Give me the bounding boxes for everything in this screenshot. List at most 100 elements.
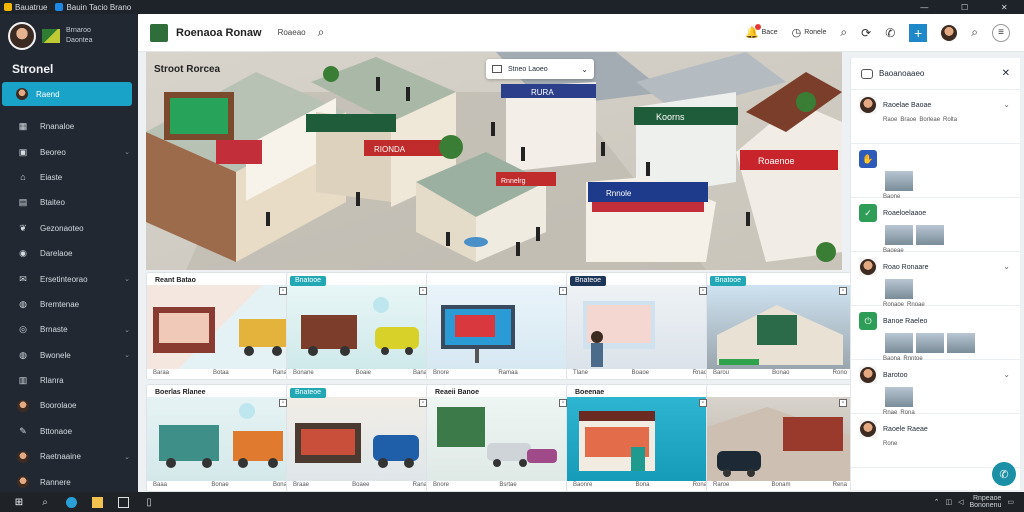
network-icon[interactable]: ◫ [945,498,952,506]
os-tab-0[interactable]: Bauatrue [4,3,47,12]
close-icon[interactable]: ✕ [1002,68,1010,79]
hero-scene[interactable]: Stroot Rorcea Stneo Laoeo ⌄ RIONDA RURA … [146,52,842,270]
chevron-down-icon[interactable]: ⌄ [1003,370,1010,379]
asset-card[interactable]: Reaeii Banoe ▫ Bnore Bsrtae [426,384,572,492]
minimize-icon[interactable]: — [920,3,928,12]
sidebar-item-5[interactable]: ◉ Darelaoe [0,241,138,266]
close-icon[interactable]: ✕ [1001,3,1008,12]
asset-card[interactable]: Bnateoe ▫ Tlane Boaoe Rnao [566,272,712,380]
expand-icon[interactable]: ▫ [279,287,287,295]
card-illustration [717,305,843,365]
clock-button[interactable]: ◷ Ronele [792,26,827,39]
asset-card[interactable]: ▫ Bnore Ramaa [426,272,572,380]
add-button[interactable]: + [909,23,928,42]
expand-icon[interactable]: ▫ [559,287,567,295]
chevron-down-icon[interactable]: ⌄ [124,275,130,283]
card-footer-right: Rena [832,482,847,488]
sidebar-item-13[interactable]: Raetnaaine ⌄ [0,444,138,469]
maximize-icon[interactable]: ☐ [961,3,968,12]
expand-icon[interactable]: ▫ [419,399,427,407]
search-icon[interactable]: ⌕ [971,25,978,40]
notification-icon[interactable]: ▭ [1007,498,1014,506]
card-illustration [159,403,283,468]
chevron-down-icon[interactable]: ⌄ [1003,262,1010,271]
activity-item[interactable]: Raoele Raeae Rone [851,414,1020,468]
sidebar-item-10[interactable]: ▥ Rlanra [0,368,138,393]
avatar[interactable] [941,24,958,41]
activity-item[interactable]: Roao Ronaare Ronaoe Rnoae ⌄ [851,252,1020,308]
app-header: Roenaoa Ronaw Roaeao ⌕ 🔔 Bace ◷ Ronele ⌕… [138,14,1024,52]
sidebar-item-2[interactable]: ⌂ Eiaste [0,165,138,190]
shop-block: Rnnole [586,177,716,262]
os-tab-1[interactable]: Bauin Tacio Brano [55,3,131,12]
expand-icon[interactable]: ▫ [839,287,847,295]
profile-block[interactable]: Brnaroo Daontea [0,14,138,56]
asset-card[interactable]: Reant Batao ▫ Baraa Botaa Rana [146,272,292,380]
activity-item[interactable]: ⏻ Banoe Raeleo Baona Rnntoe [851,306,1020,362]
sidebar-item-12[interactable]: ✎ Bttonaoe [0,419,138,444]
sidebar-item-active[interactable]: Raend [2,82,132,106]
expand-icon[interactable]: ▫ [839,399,847,407]
chevron-down-icon[interactable]: ⌄ [124,148,130,156]
activity-item[interactable]: ✋ Baone [851,144,1020,200]
expand-icon[interactable]: ▫ [419,287,427,295]
chat-fab-button[interactable]: ✆ [992,462,1016,486]
sidebar-item-11[interactable]: Boorolaoe [0,393,138,418]
sidebar-item-4[interactable]: ❦ Gezonaoteo [0,216,138,241]
scene-dropdown[interactable]: Stneo Laoeo ⌄ [486,59,594,79]
expand-icon[interactable]: ▫ [279,399,287,407]
sidebar-item-7[interactable]: ◍ Bremtenae [0,292,138,317]
asset-card[interactable]: Boeenae ▫ Baonre Bona Rona [566,384,712,492]
sidebar-item-label: Gezonaoteo [40,223,84,233]
sidebar-item-6[interactable]: ✉ Ersetinteorao ⌄ [0,266,138,291]
start-icon[interactable]: ⊞ [12,495,26,509]
expand-icon[interactable]: ▫ [559,399,567,407]
clock[interactable]: Rnpeaoe Bononenu [969,495,1001,509]
search-icon[interactable]: ⌕ [318,25,325,40]
card-footer-right: Rono [832,370,847,376]
book-icon[interactable]: ▯ [142,495,156,509]
asset-card[interactable]: Bnatooe ▫ Barou Bonao Rono [706,272,852,380]
sidebar-item-8[interactable]: ◎ Brnaste ⌄ [0,317,138,342]
sidebar-item-1[interactable]: ▣ Beoreo ⌄ [0,139,138,164]
chevron-down-icon[interactable]: ⌄ [124,351,130,359]
earth-icon: ◎ [19,324,27,335]
header-subtitle[interactable]: Roaeao [278,28,306,37]
store-icon: ⌂ [20,172,26,183]
sidebar-item-0[interactable]: ▦ Rnanaloe [0,114,138,139]
card-thumbnail [427,397,571,481]
search-icon[interactable]: ⌕ [38,495,52,509]
asset-card[interactable]: ▫ Raroe Bonam Rena [706,384,852,492]
sidebar-item-9[interactable]: ◍ Bwonele ⌄ [0,343,138,368]
asset-card[interactable]: Bnateoe ▫ Braae Boaee Rana [286,384,432,492]
folder-icon[interactable] [90,495,104,509]
notification-button[interactable]: 🔔 Bace [745,24,778,39]
chevron-down-icon[interactable]: ⌄ [1003,100,1010,109]
whatsapp-icon[interactable]: ✆ [885,26,895,40]
sync-icon[interactable]: ⟳ [861,26,871,40]
hand-icon: ✋ [859,150,877,168]
hero-label: Stroot Rorcea [154,64,221,75]
expand-icon[interactable]: ▫ [699,399,707,407]
expand-icon[interactable]: ▫ [699,287,707,295]
browser-icon[interactable] [64,495,78,509]
asset-card[interactable]: Boerlas Rlanee ▫ Baaa Bonae Bona [146,384,292,492]
menu-icon[interactable]: ≡ [992,23,1010,42]
chevron-down-icon[interactable]: ⌄ [124,453,130,461]
activity-item[interactable]: Barotoo Rnae Rona ⌄ [851,360,1020,416]
card-footer-mid: Bsrtae [499,482,517,488]
card-footer-left: Braae [293,482,310,488]
sidebar-item-3[interactable]: ▤ Btaiteo [0,190,138,215]
browser-icon [55,3,64,11]
card-footer-mid: Ramaa [498,370,518,376]
volume-icon[interactable]: ◁ [958,498,963,506]
chevron-down-icon[interactable]: ⌄ [124,326,130,334]
search-icon[interactable]: ⌕ [840,25,847,40]
terminal-icon[interactable] [116,495,130,509]
leaf-icon: ❦ [19,222,27,233]
activity-meta: Raoe [883,117,898,123]
activity-item[interactable]: ✓ Roaeloelaaoe Baoeae [851,198,1020,254]
caret-up-icon[interactable]: ⌃ [934,498,940,506]
asset-card[interactable]: Bnatooe ▫ Bonane Boaie Bana [286,272,432,380]
activity-item[interactable]: Raoelae Baoae Raoe Braoe Borleae Rolta ⌄ [851,90,1020,144]
